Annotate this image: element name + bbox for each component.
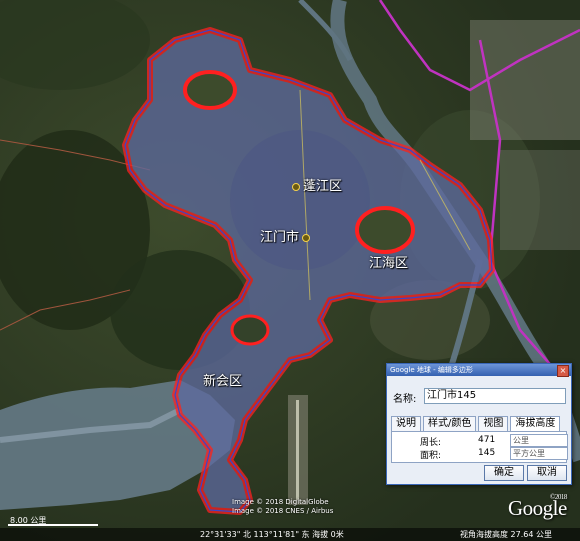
- status-coordinates: 22°31'33" 北 113°11'81" 东 海拔 0米: [200, 530, 344, 539]
- tab-view[interactable]: 视图: [478, 416, 509, 431]
- perimeter-unit-select[interactable]: 公里: [510, 434, 568, 447]
- map-viewport[interactable]: 蓬江区 江门市 江海区 新会区 Image © 2018 DigitalGlob…: [0, 0, 580, 541]
- area-label: 面积:: [420, 451, 442, 461]
- place-label-xinhui[interactable]: 新会区: [203, 370, 242, 389]
- name-label: 名称:: [393, 394, 417, 405]
- area-unit-select[interactable]: 平方公里: [510, 447, 568, 460]
- measurements-panel: 周长: 471 公里 面积: 145 平方公里: [391, 431, 568, 463]
- tab-altitude[interactable]: 海拔高度: [510, 416, 561, 431]
- close-icon[interactable]: ×: [557, 365, 569, 377]
- ok-button[interactable]: 确定: [484, 465, 524, 481]
- dialog-title[interactable]: Google 地球 - 编辑多边形: [387, 364, 571, 376]
- dialog-tabs: 说明 样式/颜色 视图 海拔高度: [391, 416, 562, 431]
- area-value: 145: [478, 448, 496, 458]
- status-eye-altitude: 视角海拔高度 27.64 公里: [460, 530, 552, 539]
- perimeter-value: 471: [478, 435, 496, 445]
- scale-bar: [8, 524, 98, 526]
- edit-polygon-dialog: Google 地球 - 编辑多边形 × 名称: 江门市145 说明 样式/颜色 …: [386, 363, 572, 485]
- place-label-pengjiang[interactable]: 蓬江区: [289, 175, 342, 194]
- status-bar: 22°31'33" 北 113°11'81" 东 海拔 0米 视角海拔高度 27…: [0, 528, 580, 541]
- city-marker-icon: [302, 233, 311, 242]
- place-marker-icon: [292, 182, 300, 191]
- place-label-jianghai[interactable]: 江海区: [369, 252, 408, 271]
- tab-style-color[interactable]: 样式/颜色: [423, 416, 477, 431]
- imagery-copyright: Image © 2018 DigitalGlobe Image © 2018 C…: [232, 498, 334, 515]
- tab-description[interactable]: 说明: [391, 416, 421, 431]
- place-label-jiangmen[interactable]: 江门市: [260, 226, 313, 245]
- google-logo: ©2018 Google: [508, 493, 567, 520]
- cancel-button[interactable]: 取消: [527, 465, 567, 481]
- perimeter-label: 周长:: [420, 438, 442, 448]
- name-input[interactable]: 江门市145: [424, 388, 566, 404]
